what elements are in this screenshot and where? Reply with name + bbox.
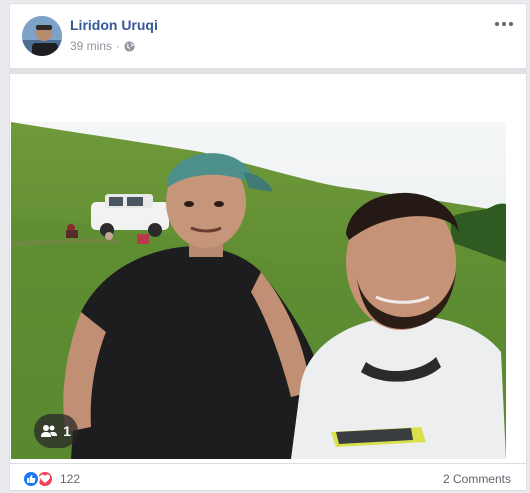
author-avatar[interactable] bbox=[22, 16, 62, 56]
reaction-count: 122 bbox=[60, 472, 81, 486]
post-photo[interactable] bbox=[11, 122, 506, 459]
post-timestamp[interactable]: 39 mins bbox=[70, 39, 112, 53]
ellipsis-icon bbox=[495, 22, 499, 26]
photo-image bbox=[11, 122, 506, 459]
meta-separator: · bbox=[116, 39, 121, 53]
globe-icon[interactable] bbox=[124, 40, 135, 52]
avatar-image bbox=[22, 16, 62, 56]
ellipsis-dot bbox=[509, 22, 513, 26]
reactions-summary[interactable]: 122 bbox=[22, 470, 80, 488]
comments-link[interactable]: 2 Comments bbox=[443, 472, 511, 486]
tagged-people-badge[interactable]: 1 bbox=[34, 414, 78, 448]
post-meta: 39 mins · bbox=[70, 39, 135, 53]
post-header: Liridon Uruqi 39 mins · bbox=[10, 4, 526, 68]
tagged-count: 1 bbox=[63, 423, 71, 439]
like-icon bbox=[22, 470, 40, 488]
post-card: Liridon Uruqi 39 mins · 1 122 2 Comments bbox=[9, 3, 527, 491]
ellipsis-dot bbox=[502, 22, 506, 26]
author-name[interactable]: Liridon Uruqi bbox=[70, 17, 158, 33]
post-footer: 122 2 Comments bbox=[10, 463, 526, 491]
more-options-button[interactable] bbox=[492, 14, 516, 34]
post-photo-frame bbox=[10, 74, 526, 463]
people-icon bbox=[41, 425, 58, 437]
